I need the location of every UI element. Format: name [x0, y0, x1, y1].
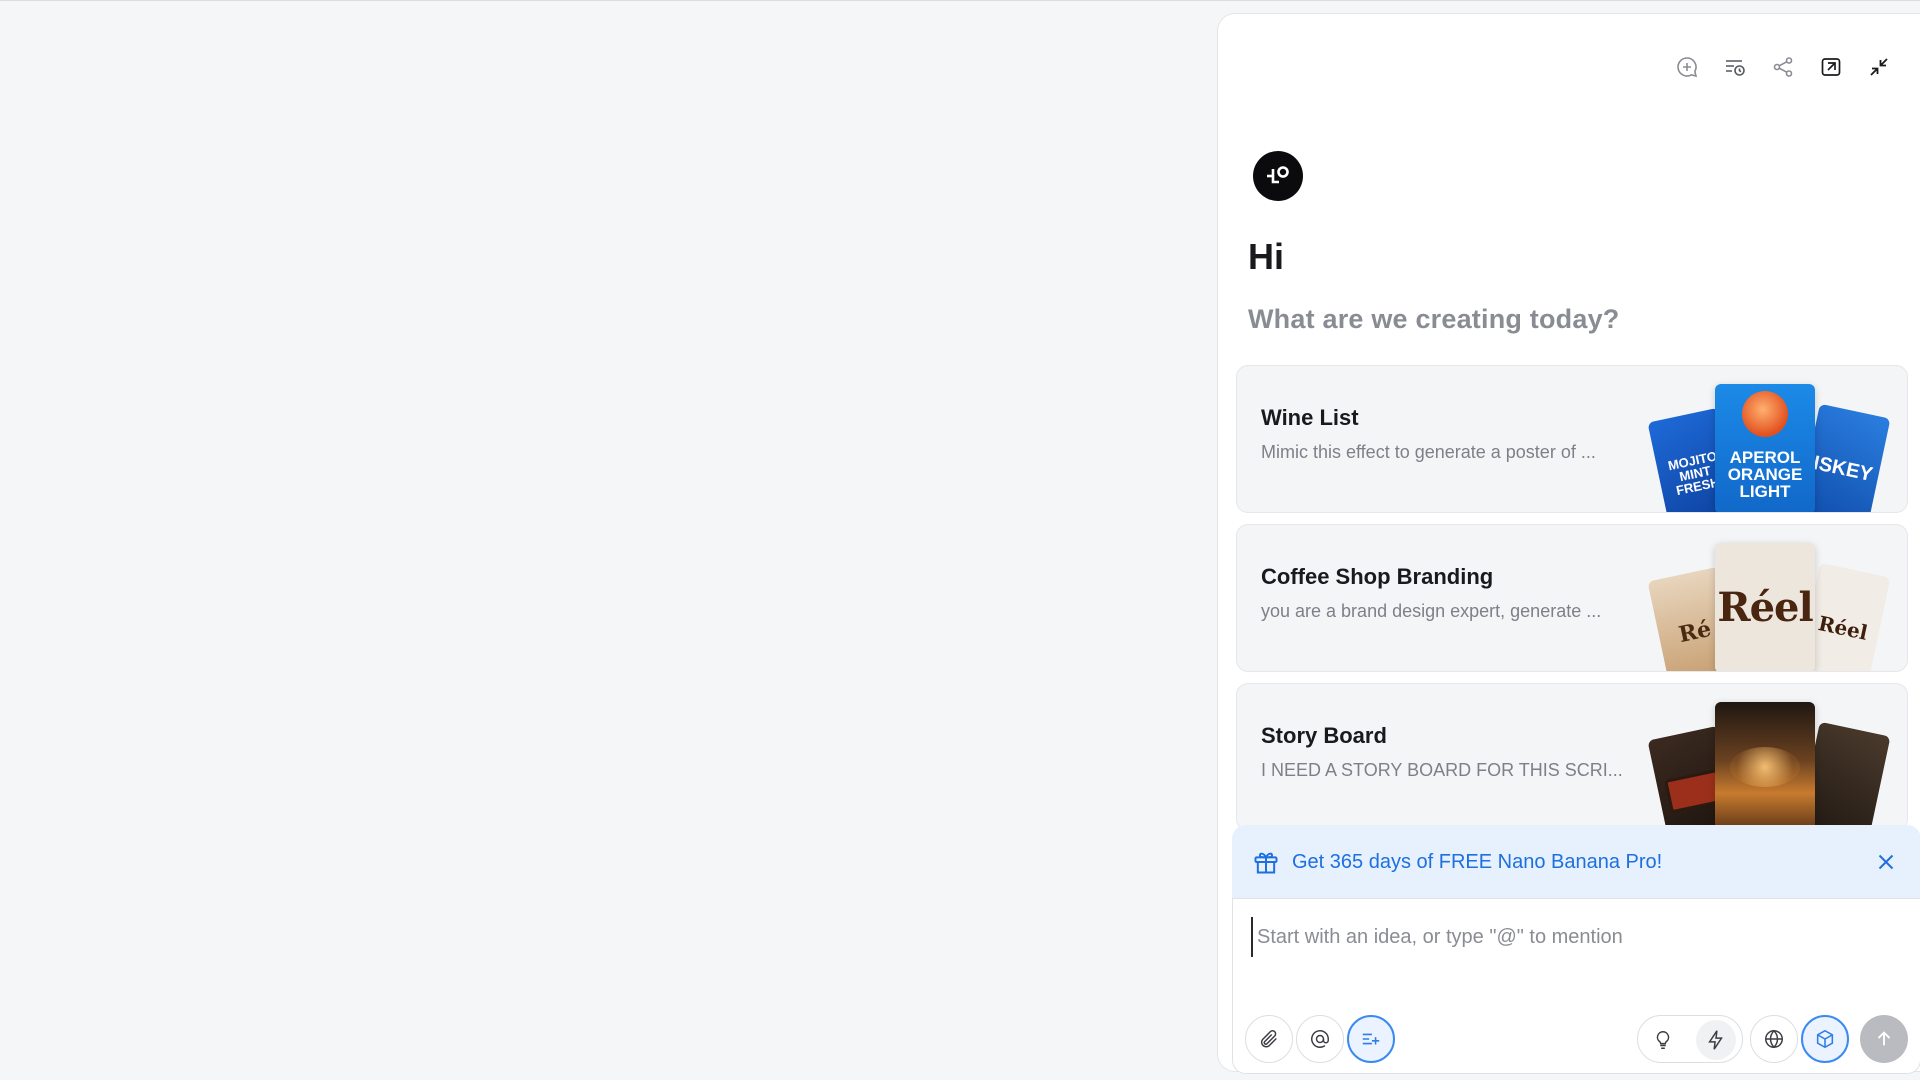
lightbulb-icon [1656, 1031, 1670, 1049]
logo-icon [1267, 166, 1289, 184]
message-input[interactable] [1251, 917, 1901, 957]
share-icon [1773, 57, 1793, 77]
3d-model-button[interactable] [1801, 1015, 1849, 1063]
history-icon [1726, 60, 1745, 76]
close-icon [1878, 854, 1894, 870]
send-button[interactable] [1860, 1015, 1908, 1063]
minimize-icon [1870, 58, 1888, 76]
promo-text: Get 365 days of FREE Nano Banana Pro! [1292, 850, 1663, 873]
collapse-panel-icon [1821, 58, 1841, 76]
brand-logo [1253, 151, 1303, 201]
new-chat-icon [1677, 57, 1698, 78]
thumbnail-center-text: APEROL ORANGE LIGHT [1727, 448, 1803, 501]
template-thumbnails: Ré Réel Réel [1647, 543, 1891, 671]
collapse-panel-button[interactable] [1818, 54, 1844, 80]
new-chat-button[interactable] [1674, 54, 1700, 80]
greeting-title: Hi [1248, 236, 1284, 277]
attach-icon [1260, 1030, 1277, 1048]
mode-toggle-group [1637, 1015, 1743, 1063]
mention-icon [1311, 1030, 1329, 1048]
mention-button[interactable] [1296, 1015, 1344, 1063]
cube-icon [1816, 1029, 1834, 1049]
prompt-enhance-button[interactable] [1347, 1015, 1395, 1063]
template-description: you are a brand design expert, generate … [1261, 601, 1602, 621]
template-list: Wine List Mimic this effect to generate … [1236, 365, 1908, 842]
promo-banner[interactable]: Get 365 days of FREE Nano Banana Pro! [1232, 825, 1920, 899]
template-card-coffee-shop[interactable]: Coffee Shop Branding you are a brand des… [1236, 524, 1908, 672]
template-title: Story Board [1261, 723, 1387, 748]
fast-mode-button[interactable] [1696, 1020, 1736, 1060]
gift-icon [1254, 852, 1278, 874]
share-button[interactable] [1770, 54, 1796, 80]
template-thumbnails [1647, 702, 1891, 830]
message-composer [1232, 898, 1920, 1074]
thumbnail-center: APEROL ORANGE LIGHT [1715, 384, 1815, 512]
template-title: Coffee Shop Branding [1261, 564, 1494, 589]
thumbnail-center: Réel [1715, 543, 1815, 671]
assistant-panel: Hi What are we creating today? Wine List… [1217, 13, 1920, 1074]
arrow-up-icon [1877, 1031, 1891, 1046]
history-button[interactable] [1722, 54, 1748, 80]
minimize-button[interactable] [1866, 54, 1892, 80]
panel-toolbar [1674, 54, 1892, 80]
globe-icon [1765, 1029, 1783, 1049]
promo-close-button[interactable] [1873, 849, 1899, 875]
cocktail-glass-image [1742, 391, 1788, 437]
template-thumbnails: MOJITO MINT FRESH ISKEY APEROL ORANGE LI… [1647, 384, 1891, 512]
thumbnail-center [1715, 702, 1815, 830]
bokeh-light-image [1730, 747, 1800, 787]
greeting-subtitle: What are we creating today? [1248, 304, 1620, 334]
web-search-button[interactable] [1750, 1015, 1798, 1063]
template-title: Wine List [1261, 405, 1359, 430]
idea-mode-button[interactable] [1643, 1020, 1683, 1060]
lightning-icon [1708, 1030, 1723, 1050]
template-card-story-board[interactable]: Story Board I NEED A STORY BOARD FOR THI… [1236, 683, 1908, 831]
top-divider [0, 0, 1920, 1]
template-description: I NEED A STORY BOARD FOR THIS SCRI... [1261, 760, 1623, 780]
template-description: Mimic this effect to generate a poster o… [1261, 442, 1596, 462]
prompt-enhance-icon [1362, 1033, 1380, 1045]
template-card-wine-list[interactable]: Wine List Mimic this effect to generate … [1236, 365, 1908, 513]
attach-button[interactable] [1245, 1015, 1293, 1063]
